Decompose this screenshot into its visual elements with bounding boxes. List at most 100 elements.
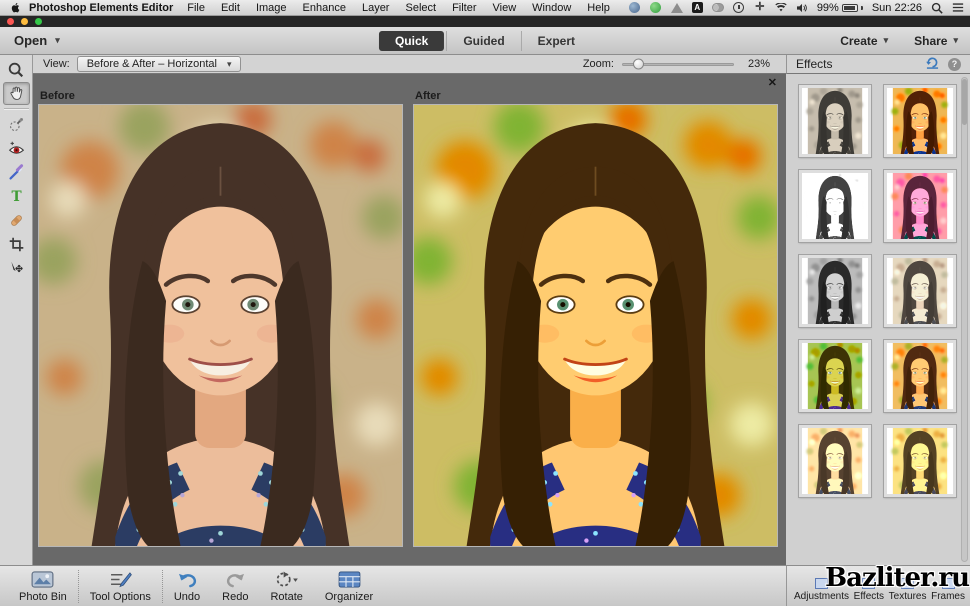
- effect-thumbnail-vivid-color[interactable]: [884, 85, 956, 157]
- before-photo[interactable]: [38, 104, 403, 547]
- photo-bin-icon: [31, 569, 54, 590]
- menu-layer[interactable]: Layer: [354, 2, 398, 14]
- menubar-clock[interactable]: Sun 22:26: [872, 2, 922, 14]
- organizer-button[interactable]: Organizer: [314, 569, 384, 603]
- tab-expert[interactable]: Expert: [521, 31, 591, 51]
- effect-thumbnail-black-and-white[interactable]: [799, 255, 871, 327]
- menu-edit[interactable]: Edit: [213, 2, 248, 14]
- create-button[interactable]: Create ▾: [840, 34, 888, 48]
- window-titlebar: [0, 16, 970, 27]
- accessibility-icon[interactable]: ✛: [754, 2, 766, 14]
- time-machine-icon[interactable]: [733, 2, 745, 14]
- open-button[interactable]: Open ▾: [14, 33, 60, 48]
- tab-guided[interactable]: Guided: [446, 31, 520, 51]
- notification-center-icon[interactable]: [952, 2, 964, 14]
- effect-thumbnail-purple-tint[interactable]: [884, 170, 956, 242]
- caret-down-icon: ▾: [953, 35, 958, 46]
- mode-tabs: Quick Guided Expert: [379, 31, 591, 51]
- effect-thumbnail-warm-vivid[interactable]: [884, 340, 956, 412]
- minimize-window-button[interactable]: [21, 18, 28, 25]
- help-icon[interactable]: ?: [948, 58, 961, 71]
- effect-thumbnail-golden-glow[interactable]: [799, 425, 871, 497]
- after-photo[interactable]: [413, 104, 778, 547]
- before-label: Before: [40, 90, 403, 102]
- drive-status-icon[interactable]: [671, 2, 683, 14]
- after-label: After: [415, 90, 778, 102]
- menu-view[interactable]: View: [485, 2, 525, 14]
- menu-select[interactable]: Select: [397, 2, 444, 14]
- menu-file[interactable]: File: [179, 2, 213, 14]
- tool-options-icon: [109, 569, 132, 590]
- whiten-teeth-tool-icon[interactable]: [3, 161, 30, 184]
- menubar-status-area: A ✛ 99% Sun 22:26: [629, 2, 964, 14]
- close-window-button[interactable]: [7, 18, 14, 25]
- menu-image[interactable]: Image: [248, 2, 295, 14]
- hand-tool-icon[interactable]: [3, 82, 30, 105]
- globe-status-icon[interactable]: [629, 2, 641, 14]
- battery-percent: 99%: [817, 2, 839, 14]
- rotate-button[interactable]: Rotate: [259, 569, 313, 603]
- close-document-icon[interactable]: ✕: [768, 76, 777, 89]
- wifi-icon[interactable]: [775, 2, 787, 14]
- reset-panel-icon[interactable]: [925, 56, 940, 72]
- red-eye-removal-tool-icon[interactable]: [3, 137, 30, 160]
- zoom-control: Zoom: 23%: [583, 58, 776, 70]
- effects-thumbnail-grid: [799, 85, 970, 497]
- tool-options-button[interactable]: Tool Options: [79, 569, 162, 603]
- share-button[interactable]: Share ▾: [914, 34, 958, 48]
- crop-tool-icon[interactable]: [3, 233, 30, 256]
- undo-button[interactable]: Undo: [163, 569, 211, 603]
- view-options-bar: View: Before & After – Horizontal ▾ Zoom…: [33, 55, 786, 74]
- spotlight-search-icon[interactable]: [931, 2, 943, 14]
- zoom-slider-knob[interactable]: [633, 59, 644, 70]
- battery-indicator[interactable]: 99%: [817, 2, 863, 14]
- view-mode-value: Before & After – Horizontal: [87, 58, 217, 70]
- spot-healing-brush-tool-icon[interactable]: [3, 209, 30, 232]
- effects-panel-header: Effects ?: [786, 55, 970, 74]
- menu-filter[interactable]: Filter: [444, 2, 484, 14]
- zoom-window-button[interactable]: [35, 18, 42, 25]
- bottom-taskbar-left: Photo Bin Tool Options Undo Redo: [0, 566, 786, 606]
- adobe-status-icon[interactable]: A: [692, 2, 703, 13]
- canvas-area: ✕ Before After: [33, 74, 786, 565]
- open-label: Open: [14, 33, 47, 48]
- undo-icon: [177, 569, 198, 590]
- panel-scrollbar[interactable]: [961, 77, 968, 562]
- photoshop-elements-window: Photoshop Elements Editor File Edit Imag…: [0, 0, 970, 606]
- effects-panel: [786, 74, 970, 565]
- effect-thumbnail-pencil-sketch[interactable]: [799, 170, 871, 242]
- menu-help[interactable]: Help: [579, 2, 618, 14]
- zoom-slider[interactable]: [622, 63, 734, 66]
- redo-button[interactable]: Redo: [211, 569, 259, 603]
- caret-down-icon: ▾: [884, 35, 889, 46]
- before-photo-container: Before: [38, 90, 403, 565]
- top-toolbar: Open ▾ Quick Guided Expert Create ▾ Shar…: [0, 27, 970, 55]
- rotate-icon: [274, 569, 299, 590]
- type-tool-icon[interactable]: T: [3, 185, 30, 208]
- effect-thumbnail-yellow-wash[interactable]: [884, 425, 956, 497]
- zoom-value: 23%: [742, 58, 770, 70]
- volume-icon[interactable]: [796, 2, 808, 14]
- redo-icon: [225, 569, 246, 590]
- quick-selection-tool-icon[interactable]: [3, 113, 30, 136]
- effect-thumbnail-green-pop[interactable]: [799, 340, 871, 412]
- menubar-app-name[interactable]: Photoshop Elements Editor: [29, 2, 173, 14]
- photo-bin-button[interactable]: Photo Bin: [8, 569, 78, 603]
- caret-down-icon: ▾: [227, 59, 232, 70]
- bottom-taskbar: Photo Bin Tool Options Undo Redo: [0, 565, 970, 606]
- sync-status-icon[interactable]: [650, 2, 662, 14]
- zoom-tool-icon[interactable]: [3, 58, 30, 81]
- tab-quick[interactable]: Quick: [379, 31, 444, 51]
- effect-thumbnail-faded-sepia[interactable]: [884, 255, 956, 327]
- battery-icon: [842, 4, 858, 12]
- apple-icon[interactable]: [10, 2, 21, 13]
- view-mode-select[interactable]: Before & After – Horizontal ▾: [77, 56, 242, 72]
- creative-cloud-icon[interactable]: [712, 2, 724, 14]
- menu-enhance[interactable]: Enhance: [295, 2, 354, 14]
- macos-menubar: Photoshop Elements Editor File Edit Imag…: [0, 0, 970, 16]
- move-tool-icon[interactable]: [3, 257, 30, 280]
- tool-palette: T: [0, 55, 33, 565]
- organizer-icon: [338, 569, 361, 590]
- effect-thumbnail-monochrome-sepia[interactable]: [799, 85, 871, 157]
- menu-window[interactable]: Window: [524, 2, 579, 14]
